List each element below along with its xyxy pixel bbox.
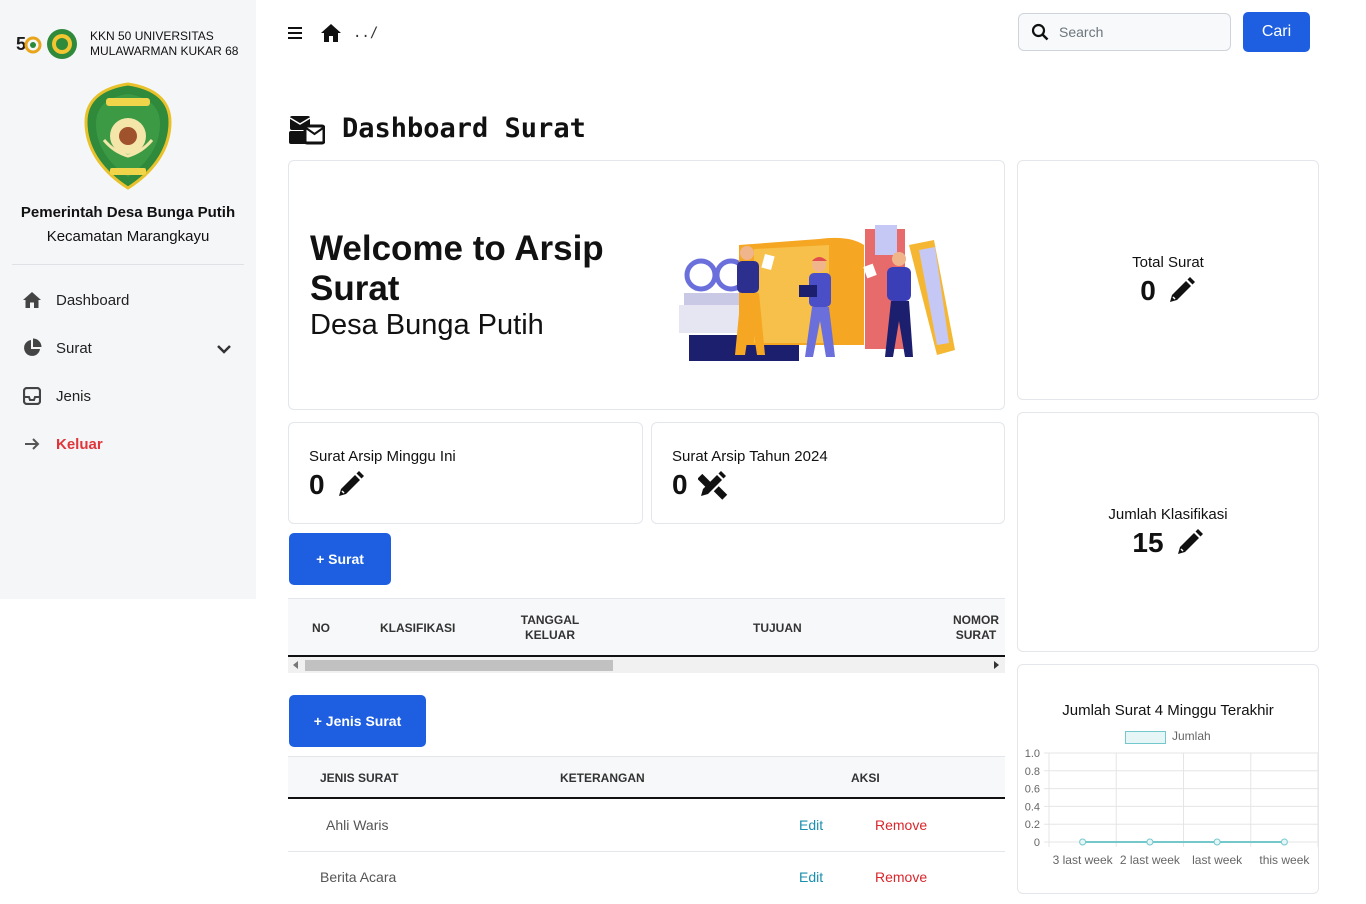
chevron-down-icon[interactable] [216, 342, 232, 356]
sidebar: 5 KKN 50 UNIVERSITAS MULAWARMAN KUKAR 68 [0, 0, 256, 599]
column-header: JENIS SURAT [320, 771, 399, 785]
stat-label: Jumlah Klasifikasi [1108, 506, 1228, 523]
line-chart: 1.0 0.8 0.6 0.4 0.2 0 3 last week 2 last week la… [1025, 748, 1318, 867]
search-icon [1031, 23, 1049, 41]
pencil-icon [1177, 529, 1203, 554]
table-row: Ahli Waris Edit Remove [288, 800, 1005, 852]
jenis-table-header: JENIS SURAT KETERANGAN AKSI [288, 756, 1005, 799]
pencil-icon [1169, 277, 1195, 302]
kutai-kartanegara-seal-icon [84, 82, 172, 190]
sidebar-item-label: Dashboard [56, 291, 130, 309]
stat-value: 0 [672, 469, 688, 500]
arrow-right-icon [22, 434, 42, 454]
jenis-cell: Ahli Waris [326, 817, 389, 833]
stat-value-row: 0 [1018, 275, 1318, 307]
y-tick-label: 0.4 [1025, 801, 1040, 813]
stat-label: Surat Arsip Minggu Ini [309, 448, 456, 465]
column-header[interactable]: NO [312, 621, 330, 636]
svg-text:5: 5 [16, 34, 26, 54]
brand-line-2: MULAWARMAN KUKAR 68 [90, 44, 239, 58]
column-header[interactable]: KLASIFIKASI [380, 621, 455, 636]
data-point[interactable] [1280, 838, 1288, 846]
welcome-card: Welcome to Arsip Surat Desa Bunga Putih [288, 160, 1005, 410]
edit-link[interactable]: Edit [799, 817, 823, 833]
sidebar-item-label: Surat [56, 339, 92, 357]
y-tick-label: 0.8 [1025, 766, 1040, 778]
unmul-seal-icon [46, 28, 78, 60]
data-point[interactable] [1079, 838, 1087, 846]
remove-link[interactable]: Remove [875, 869, 927, 885]
data-point[interactable] [1213, 838, 1221, 846]
add-jenis-surat-button[interactable]: + Jenis Surat [289, 695, 426, 747]
archive-illustration [679, 225, 959, 365]
y-tick-label: 0.2 [1025, 819, 1040, 831]
x-tick-label: this week [1259, 853, 1310, 867]
surat-table-header: NO KLASIFIKASI TANGGAL KELUAR TUJUAN NOM… [288, 598, 1005, 657]
menu-toggle-icon[interactable] [287, 25, 303, 41]
stat-value-row: 15 [1018, 527, 1318, 559]
sidebar-item-label: Keluar [56, 435, 103, 453]
stat-label: Surat Arsip Tahun 2024 [672, 448, 828, 465]
edit-link[interactable]: Edit [799, 869, 823, 885]
home-icon[interactable] [320, 23, 342, 43]
org-title: Pemerintah Desa Bunga Putih [20, 204, 236, 221]
search-input[interactable] [1059, 24, 1209, 40]
remove-link[interactable]: Remove [875, 817, 927, 833]
sidebar-item-label: Jenis [56, 387, 92, 405]
sidebar-divider [12, 264, 244, 265]
pencil-icon [338, 471, 364, 496]
add-surat-button[interactable]: + Surat [289, 533, 391, 585]
stat-value-row: 0 [672, 469, 730, 501]
page-title: Dashboard Surat [342, 113, 586, 144]
pencil-ruler-icon [697, 471, 727, 500]
column-header[interactable]: NOMOR SURAT [948, 613, 1004, 643]
sidebar-item-keluar[interactable]: Keluar [22, 434, 103, 454]
stat-value-row: 0 [309, 469, 365, 501]
column-header: AKSI [851, 771, 880, 785]
welcome-title: Welcome to Arsip Surat [310, 229, 604, 308]
search-box[interactable] [1018, 13, 1231, 51]
scroll-right-arrow-icon[interactable] [994, 661, 999, 669]
stat-value: 15 [1132, 527, 1164, 558]
brand: 5 KKN 50 UNIVERSITAS MULAWARMAN KUKAR 68 [16, 28, 238, 60]
sidebar-item-surat[interactable]: Surat [22, 338, 92, 358]
mail-bulk-icon [289, 114, 326, 146]
column-header[interactable]: TUJUAN [753, 621, 802, 636]
scroll-left-arrow-icon[interactable] [293, 661, 298, 669]
horizontal-scrollbar[interactable] [288, 657, 1005, 673]
y-tick-label: 1.0 [1025, 748, 1040, 760]
kkn-50-logo: 5 [16, 31, 42, 57]
stat-card-klasifikasi: Jumlah Klasifikasi 15 [1017, 412, 1319, 652]
data-point[interactable] [1146, 838, 1154, 846]
x-tick-label: 3 last week [1053, 853, 1114, 867]
chart-card: Jumlah Surat 4 Minggu Terakhir Jumlah 1.… [1017, 664, 1319, 894]
jenis-cell: Berita Acara [320, 869, 397, 885]
y-tick-label: 0.6 [1025, 784, 1040, 796]
x-tick-label: last week [1192, 853, 1243, 867]
search-button[interactable]: Cari [1243, 12, 1310, 52]
stat-card-tahun: Surat Arsip Tahun 2024 0 [651, 422, 1005, 524]
stat-value: 0 [1140, 275, 1156, 306]
y-tick-label: 0 [1034, 837, 1040, 849]
brand-line-1: KKN 50 UNIVERSITAS [90, 29, 214, 43]
stat-label: Total Surat [1132, 254, 1204, 271]
inbox-icon [22, 386, 42, 406]
column-header: KETERANGAN [560, 771, 645, 785]
welcome-subtitle: Desa Bunga Putih [310, 309, 544, 341]
pie-chart-icon [22, 338, 42, 358]
sidebar-item-dashboard[interactable]: Dashboard [22, 290, 129, 310]
sidebar-item-jenis[interactable]: Jenis [22, 386, 91, 406]
stat-card-minggu: Surat Arsip Minggu Ini 0 [288, 422, 643, 524]
breadcrumb[interactable]: ../ [353, 25, 378, 41]
stat-card-total: Total Surat 0 [1017, 160, 1319, 400]
column-header[interactable]: TANGGAL KELUAR [515, 613, 585, 643]
stat-value: 0 [309, 469, 325, 500]
x-tick-label: 2 last week [1120, 853, 1181, 867]
org-subtitle: Kecamatan Marangkayu [46, 228, 210, 245]
home-icon [22, 290, 42, 310]
brand-text: KKN 50 UNIVERSITAS MULAWARMAN KUKAR 68 [90, 29, 238, 59]
table-row: Berita Acara Edit Remove [288, 852, 1005, 904]
scrollbar-thumb[interactable] [305, 660, 613, 671]
